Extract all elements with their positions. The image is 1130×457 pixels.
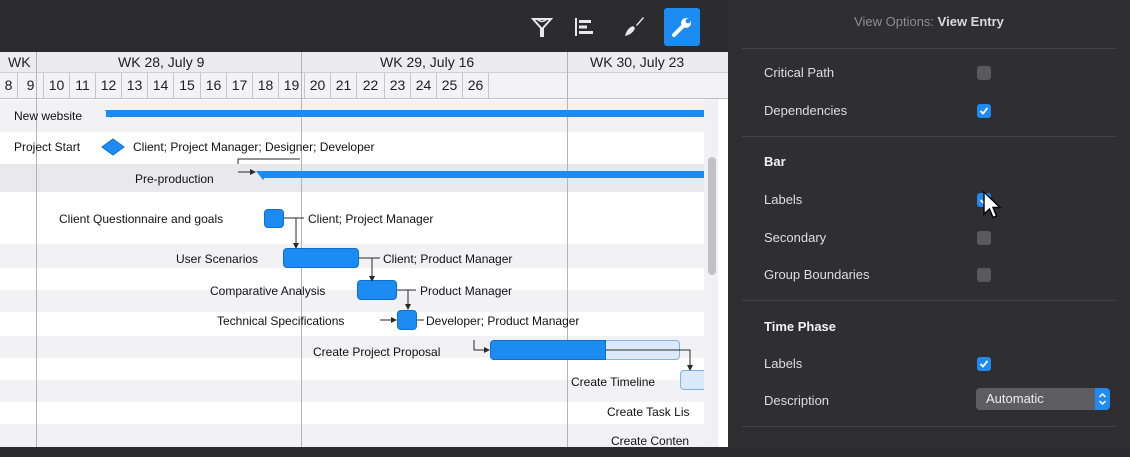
task-label: Create Timeline: [571, 375, 656, 389]
row-background: [0, 312, 706, 336]
task-label: Create Task Lis: [607, 405, 690, 419]
description-select[interactable]: Automatic: [976, 388, 1110, 410]
task-bar[interactable]: [357, 280, 397, 300]
day-cell: 20: [305, 73, 331, 98]
bar-section-title: Bar: [764, 154, 786, 169]
row-background: [0, 402, 706, 424]
day-cell: 23: [385, 73, 411, 98]
cursor-icon: [983, 190, 1002, 219]
milestone-diamond[interactable]: [101, 136, 125, 158]
task-bar[interactable]: [264, 209, 284, 228]
day-cell: 15: [174, 73, 201, 98]
bar-labels-label: Labels: [764, 192, 803, 207]
task-bar-progress: [490, 340, 606, 360]
task-label: Comparative Analysis: [210, 284, 326, 298]
critical-path-label: Critical Path: [764, 65, 835, 80]
divider: [742, 136, 1116, 137]
critical-path-checkbox[interactable]: [977, 66, 991, 80]
row-background: [0, 290, 706, 312]
day-cell: 14: [148, 73, 174, 98]
task-label: Technical Specifications: [217, 314, 345, 328]
task-label: Client Questionnaire and goals: [59, 212, 224, 226]
week-label: WK: [8, 54, 31, 70]
group-boundaries-label: Group Boundaries: [764, 267, 870, 282]
week-header: WK WK 28, July 9 WK 29, July 16 WK 30, J…: [0, 52, 728, 73]
inspector-panel: View Options: View Entry Critical Path D…: [728, 0, 1130, 447]
wrench-icon[interactable]: [664, 8, 700, 46]
day-cell: 10: [44, 73, 70, 98]
summary-bar[interactable]: [262, 171, 706, 178]
week-label: WK 29, July 16: [380, 54, 475, 70]
task-label: New website: [14, 109, 83, 123]
dependencies-checkbox[interactable]: [977, 104, 991, 118]
summary-bar[interactable]: [106, 110, 706, 117]
gantt-bars-icon[interactable]: [566, 8, 602, 46]
day-cell: 9: [18, 73, 44, 98]
resource-label: Client; Product Manager: [383, 252, 513, 266]
day-cell: 13: [122, 73, 148, 98]
day-cell: 16: [201, 73, 227, 98]
day-cell: 25: [437, 73, 463, 98]
description-value: Automatic: [986, 391, 1044, 406]
secondary-checkbox[interactable]: [977, 231, 991, 245]
day-cell: 12: [96, 73, 122, 98]
day-cell: 11: [70, 73, 96, 98]
row-background: [0, 164, 706, 192]
resource-label: Client; Project Manager; Designer; Devel…: [133, 140, 375, 154]
divider: [742, 48, 1116, 49]
time-phase-labels-checkbox[interactable]: [977, 357, 991, 371]
scrollbar-thumb[interactable]: [708, 157, 716, 275]
time-phase-section-title: Time Phase: [764, 319, 837, 334]
task-label: Create Conten: [611, 434, 690, 447]
day-cell: 22: [357, 73, 385, 98]
resource-label: Developer; Product Manager: [426, 314, 580, 328]
chevron-updown-icon: [1095, 388, 1110, 410]
row-background: [0, 268, 706, 290]
divider: [742, 300, 1116, 301]
time-phase-labels-label: Labels: [764, 356, 803, 371]
day-cell: 18: [253, 73, 279, 98]
task-label: Project Start: [14, 140, 81, 154]
task-bar[interactable]: [397, 310, 417, 330]
dependencies-label: Dependencies: [764, 103, 848, 118]
day-cell: 17: [227, 73, 253, 98]
secondary-label: Secondary: [764, 230, 827, 245]
description-label: Description: [764, 393, 830, 408]
view-options-prefix: View Options:: [854, 14, 935, 29]
day-cell: 24: [411, 73, 437, 98]
week-label: WK 30, July 23: [590, 54, 685, 70]
task-label: Create Project Proposal: [313, 345, 441, 359]
bottom-strip: [0, 447, 1130, 457]
task-label: Pre-production: [135, 172, 214, 186]
week-label: WK 28, July 9: [118, 54, 205, 70]
row-background: [0, 424, 706, 447]
inspector-header: View Options: View Entry: [728, 14, 1130, 29]
day-header: 8 9 10 11 12 13 14 15 16 17 18 19 20 21 22 23 24 25 26: [0, 73, 728, 99]
view-options-value: View Entry: [937, 14, 1004, 29]
resource-label: Product Manager: [420, 284, 513, 298]
filter-icon[interactable]: [524, 8, 560, 46]
group-boundaries-checkbox[interactable]: [977, 268, 991, 282]
day-cell: 21: [331, 73, 357, 98]
resource-label: Client; Project Manager: [308, 212, 434, 226]
divider: [742, 426, 1116, 427]
gantt-chart: WK WK 28, July 9 WK 29, July 16 WK 30, J…: [0, 52, 728, 447]
task-label: User Scenarios: [176, 252, 259, 266]
brush-icon[interactable]: [616, 8, 652, 46]
day-cell: 8: [0, 73, 18, 98]
day-cell: 26: [463, 73, 489, 98]
task-bar[interactable]: [283, 248, 359, 268]
